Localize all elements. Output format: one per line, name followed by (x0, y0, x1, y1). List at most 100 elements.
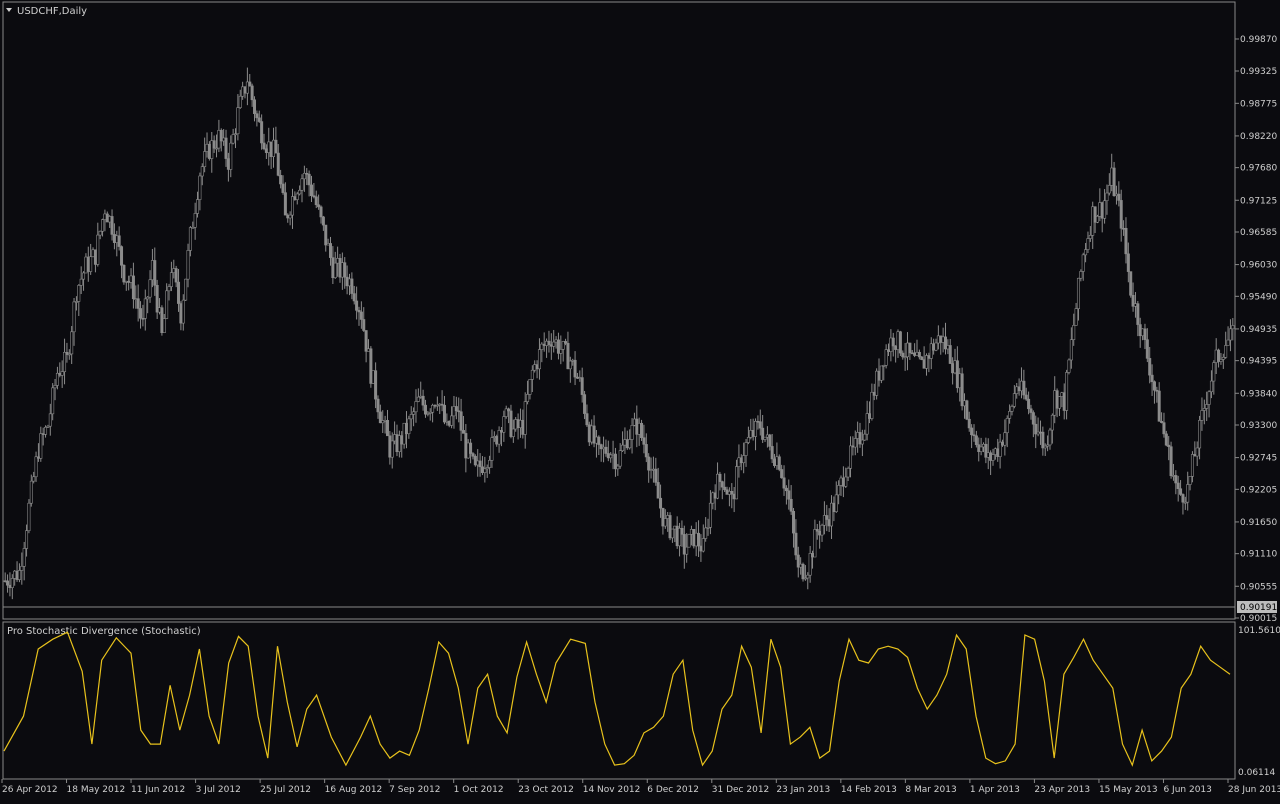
candle-body (1152, 381, 1156, 391)
candle-body (951, 363, 955, 374)
candle-body (390, 440, 394, 458)
candle-body (1036, 431, 1040, 435)
chart-title: USDCHF,Daily (17, 6, 87, 17)
candle-body (537, 349, 541, 370)
candle-body (1100, 202, 1104, 219)
candle-body (713, 492, 717, 499)
price-tick-label: 0.93840 (1240, 389, 1277, 399)
candle-body (564, 341, 568, 344)
candle-body (1069, 339, 1073, 361)
candle (960, 367, 964, 411)
candle-body (364, 330, 368, 352)
candle-body (1041, 431, 1045, 449)
candle-body (932, 343, 936, 351)
candle-body (1074, 308, 1078, 326)
candle-body (158, 307, 162, 313)
candle-body (495, 436, 499, 445)
candle-body (395, 434, 399, 453)
candle-body (526, 394, 530, 402)
candle-body (661, 507, 665, 527)
price-tick-label: 0.93300 (1240, 421, 1277, 431)
candle-body (63, 351, 67, 372)
candle-body (943, 336, 947, 350)
candle-body (875, 370, 879, 396)
candle-body (863, 433, 867, 441)
candle-body (1183, 501, 1187, 504)
candle-body (625, 439, 629, 449)
chart-canvas[interactable]: USDCHF,Daily Pro Stochastic Divergence (… (0, 0, 1280, 800)
candle-body (858, 432, 862, 445)
candle-body (777, 456, 781, 470)
candle (1129, 271, 1133, 298)
candle-body (699, 545, 703, 552)
candle-body (654, 468, 658, 483)
candle-body (803, 577, 807, 580)
price-tick-label: 0.95490 (1240, 292, 1277, 302)
price-tick-label: 0.91110 (1240, 550, 1277, 560)
candle-body (205, 143, 209, 152)
candle-body (1136, 303, 1140, 325)
candle-body (1179, 488, 1183, 495)
candle-body (79, 278, 83, 286)
candle-body (319, 206, 323, 218)
candle-body (167, 286, 171, 292)
time-tick-label: 18 May 2012 (67, 785, 126, 795)
candle-body (1217, 349, 1221, 362)
candle-body (808, 553, 812, 576)
price-tick-label: 0.97680 (1240, 164, 1277, 174)
candle-body (295, 193, 299, 200)
candle-body (174, 268, 178, 283)
candle-body (754, 420, 758, 437)
time-tick-label: 8 Mar 2013 (905, 785, 956, 795)
candle-body (799, 563, 803, 568)
candle-body (419, 395, 423, 398)
candle-body (407, 418, 411, 435)
candle-body (1193, 454, 1197, 457)
candle-body (27, 502, 31, 532)
candle-body (894, 345, 898, 350)
candle-body (1003, 432, 1007, 446)
candle-body (357, 310, 361, 313)
candle-body (758, 421, 762, 429)
candle-body (492, 436, 496, 438)
current-price-label: 0.90191 (1240, 603, 1277, 613)
candle-body (651, 468, 655, 471)
candle-body (385, 420, 389, 437)
candle-body (274, 139, 278, 154)
candle-body (245, 81, 249, 94)
candle-body (955, 360, 959, 389)
candle-body (421, 395, 425, 406)
candle-body (1065, 372, 1069, 411)
chart-background (0, 0, 1280, 800)
candle-body (670, 528, 674, 539)
candle-body (877, 370, 881, 381)
candle-body (101, 219, 105, 232)
candle-body (457, 410, 461, 413)
candle-body (566, 343, 570, 370)
price-tick-label: 0.94395 (1240, 357, 1277, 367)
candle-body (936, 335, 940, 344)
candle-body (507, 408, 511, 412)
candle-body (528, 379, 532, 395)
candle-body (1171, 475, 1175, 477)
candle-body (186, 250, 190, 280)
candle-body (291, 196, 295, 216)
candle-body (70, 331, 74, 355)
candle-body (993, 448, 997, 455)
candle-body (153, 260, 157, 286)
candle-body (604, 446, 608, 454)
candle-body (321, 216, 325, 226)
candle-body (723, 486, 727, 491)
candle-body (986, 452, 990, 458)
price-tick-label: 0.99870 (1240, 35, 1277, 45)
candle-body (1091, 206, 1095, 236)
candle-body (1019, 380, 1023, 392)
candle-body (134, 298, 138, 301)
candle-body (542, 343, 546, 346)
candle-body (623, 439, 627, 446)
time-tick-label: 25 Jul 2012 (260, 785, 311, 795)
candle (920, 356, 924, 361)
candle-body (668, 515, 672, 539)
candle-body (10, 578, 14, 588)
candle-body (946, 345, 950, 350)
